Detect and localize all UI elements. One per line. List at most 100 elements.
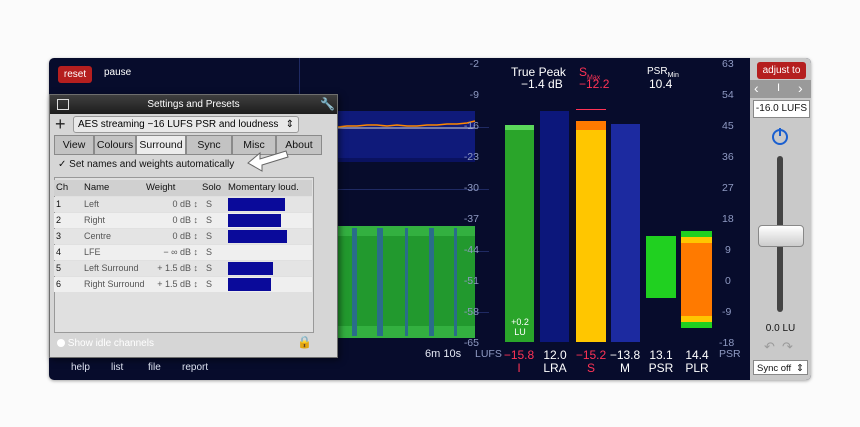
lufs-tick: -51 (463, 275, 479, 287)
chevron-right-icon[interactable]: › (798, 80, 803, 96)
momentary-level-bar (228, 198, 285, 211)
integrated-meter (505, 125, 534, 342)
chevron-left-icon[interactable]: ‹ (754, 80, 759, 96)
solo-button[interactable]: S (206, 277, 212, 292)
psr-tick: 63 (722, 58, 734, 70)
channel-number: 6 (56, 279, 62, 289)
sync-select[interactable]: Sync off ⇕ (753, 360, 808, 375)
table-header: Ch Name Weight Solo Momentary loud. (54, 180, 312, 196)
table-row: 4 LFE − ∞ dB ↕ S (54, 245, 312, 260)
lufs-tick: -58 (463, 306, 479, 318)
channel-weight[interactable]: + 1.5 dB ↕ (146, 277, 198, 292)
col-momentary: Momentary loud. (228, 182, 299, 193)
psr-min-value: 10.4 (649, 77, 673, 91)
table-row: 1 Left 0 dB ↕ S (54, 197, 312, 212)
channel-name: Left (84, 199, 100, 209)
power-icon[interactable] (770, 126, 790, 146)
arrow-pointer-icon (247, 150, 289, 172)
target-lufs-field[interactable]: -16.0 LUFS (753, 100, 810, 118)
psr-tick: -9 (722, 306, 732, 318)
lufs-tick: -23 (463, 151, 479, 163)
plr-value: 14.4 (685, 348, 709, 362)
window-icon[interactable] (57, 99, 69, 110)
momentary-level-bar (228, 262, 273, 275)
solo-button[interactable]: S (206, 197, 212, 212)
solo-button[interactable]: S (206, 213, 212, 228)
file-link[interactable]: file (148, 362, 161, 373)
lufs-tick: -44 (463, 244, 479, 256)
table-row: 2 Right 0 dB ↕ S (54, 213, 312, 228)
col-solo: Solo (202, 182, 222, 193)
lufs-tick: -37 (463, 213, 479, 225)
channel-weight[interactable]: + 1.5 dB ↕ (146, 261, 198, 276)
lufs-axis-label: LUFS (475, 348, 502, 360)
tab-view[interactable]: View (54, 135, 94, 155)
report-link[interactable]: report (182, 362, 208, 373)
lufs-tick: -9 (469, 89, 479, 101)
channel-weight[interactable]: − ∞ dB ↕ (146, 245, 198, 260)
settings-panel: Settings and Presets 🔧 + AES streaming −… (49, 94, 338, 358)
channel-name: Right (84, 215, 106, 225)
wrench-icon[interactable]: 🔧 (320, 97, 335, 111)
lu-offset-value: 0.0 LU (765, 323, 796, 334)
elapsed-time: 6m 10s (425, 348, 462, 360)
channel-name: Right Surround (84, 279, 145, 289)
tab-surround[interactable]: Surround (136, 135, 186, 155)
momentary-label: M (620, 361, 630, 375)
momentary-level-bar (228, 214, 281, 227)
channel-name: LFE (84, 247, 101, 257)
channel-weight[interactable]: 0 dB ↕ (146, 197, 198, 212)
psr-meter (646, 236, 676, 298)
add-preset-icon[interactable]: + (55, 114, 66, 135)
psr-tick: 27 (722, 182, 734, 194)
lock-icon[interactable]: 🔒 (297, 335, 312, 349)
plr-meter (681, 231, 712, 323)
channel-weight[interactable]: 0 dB ↕ (146, 213, 198, 228)
short-term-value: −15.2 (575, 348, 607, 362)
momentary-value: −13.8 (609, 348, 641, 362)
solo-button[interactable]: S (206, 229, 212, 244)
psr-axis-label: PSR (719, 348, 741, 360)
psr-value: 13.1 (649, 348, 673, 362)
show-idle-checkbox[interactable]: Show idle channels (57, 338, 154, 349)
table-row: 5 Left Surround + 1.5 dB ↕ S (54, 261, 312, 276)
lufs-tick: -30 (463, 182, 479, 194)
channel-weight[interactable]: 0 dB ↕ (146, 229, 198, 244)
adjust-to-button[interactable]: adjust to (757, 62, 806, 79)
solo-button[interactable]: S (206, 261, 212, 276)
help-link[interactable]: help (71, 362, 90, 373)
col-weight: Weight (146, 182, 176, 193)
psr-tick: 36 (722, 151, 734, 163)
channel-name: Left Surround (84, 263, 139, 273)
undo-icon[interactable]: ↶ (764, 339, 775, 355)
col-name: Name (84, 182, 110, 193)
col-ch: Ch (56, 182, 69, 193)
channel-number: 1 (56, 199, 62, 209)
solo-button[interactable]: S (206, 245, 212, 260)
integrated-label: I (517, 361, 521, 375)
channel-number: 5 (56, 263, 62, 273)
lra-value: 12.0 (543, 348, 567, 362)
channel-number: 4 (56, 247, 62, 257)
plr-label: PLR (685, 361, 709, 375)
lra-label: LRA (543, 361, 567, 375)
auto-weights-checkbox[interactable]: ✓ Set names and weights automatically (58, 159, 234, 170)
tab-colours[interactable]: Colours (94, 135, 136, 155)
redo-icon[interactable]: ↷ (782, 339, 793, 355)
psr-tick: 18 (722, 213, 734, 225)
integrated-value: −15.8 (503, 348, 535, 362)
tab-sync[interactable]: Sync (186, 135, 232, 155)
momentary-level-bar (228, 230, 287, 243)
gain-slider-handle[interactable] (758, 225, 804, 247)
psr-tick: 0 (725, 275, 731, 287)
lufs-tick: -2 (469, 58, 479, 70)
psr-tick: 9 (725, 244, 731, 256)
channel-number: 3 (56, 231, 62, 241)
preset-select[interactable]: AES streaming −16 LUFS PSR and loudness ⇕ (73, 116, 299, 133)
list-link[interactable]: list (111, 362, 123, 373)
lra-meter (540, 111, 569, 342)
s-max-value: −12.2 (579, 77, 610, 91)
short-term-label: S (586, 361, 595, 375)
channel-number: 2 (56, 215, 62, 225)
true-peak-value: −1.4 dB (521, 77, 563, 91)
